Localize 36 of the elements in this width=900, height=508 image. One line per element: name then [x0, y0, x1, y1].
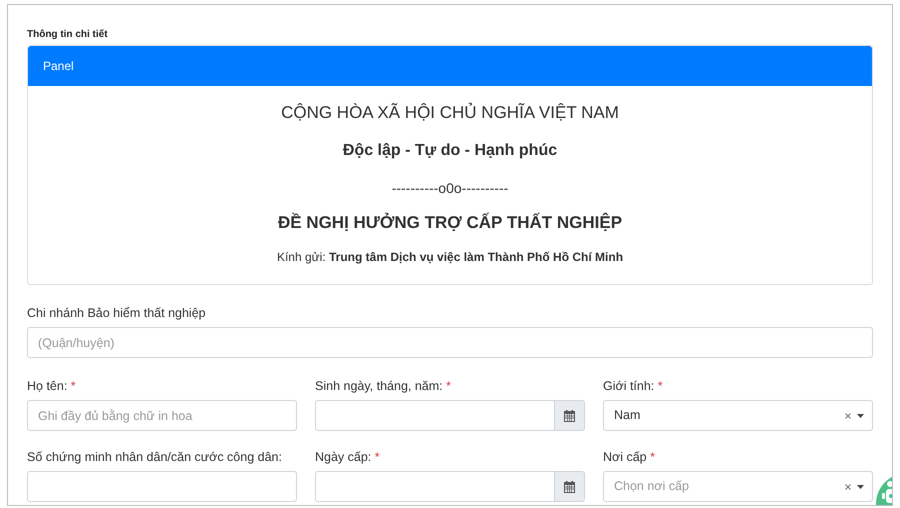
field-label: Sinh ngày, tháng, năm: *: [315, 379, 451, 394]
date-field[interactable]: [315, 400, 554, 432]
section-title: Thông tin chi tiết: [27, 28, 108, 42]
field-label: Giới tính: *: [603, 379, 663, 394]
country-heading: CỘNG HÒA XÃ HỘI CHỦ NGHĨA VIỆT NAM: [281, 103, 619, 124]
selected-value: Nam: [614, 407, 642, 424]
required-mark: *: [658, 379, 663, 394]
field-label: Số chứng minh nhân dân/căn cước công dân:: [27, 450, 282, 466]
required-mark: *: [446, 379, 451, 394]
field-label: Họ tên: *: [27, 379, 76, 394]
select-field[interactable]: Nam: [603, 400, 873, 432]
calendar-icon: [564, 480, 575, 493]
motto-text: Độc lập - Tự do - Hạnh phúc: [342, 141, 558, 161]
clear-icon[interactable]: [845, 412, 851, 419]
date-field[interactable]: [315, 471, 554, 502]
divider-text: ----------o0o----------: [392, 180, 508, 196]
select-placeholder: Chọn nơi cấp: [614, 478, 690, 496]
caret-icon[interactable]: [857, 484, 864, 489]
required-mark: *: [650, 450, 655, 464]
required-mark: *: [374, 450, 380, 464]
required-mark: *: [70, 379, 76, 394]
clear-icon[interactable]: [845, 484, 851, 490]
addressee-text: Kính gửi: Trung tâm Dịch vụ việc làm Thành Phố Hồ Chí Minh: [276, 250, 624, 264]
field-label: Nơi cấp *: [603, 450, 655, 466]
branch-field[interactable]: (Quận/huyện): [27, 327, 873, 358]
text-field[interactable]: Ghi đầy đủ bằng chữ in hoa: [27, 400, 297, 432]
text-field[interactable]: [27, 471, 297, 502]
form-title: ĐỀ NGHỊ HƯỞNG TRỢ CẤP THẤT NGHIỆP: [278, 213, 622, 234]
panel-header: Panel: [28, 46, 872, 86]
calendar-icon: [564, 410, 575, 422]
caret-icon[interactable]: [857, 414, 864, 418]
field-label: Ngày cấp: *: [315, 450, 380, 466]
calendar-button[interactable]: [554, 471, 585, 502]
calendar-button[interactable]: [554, 400, 585, 432]
robot-icon: [882, 481, 892, 503]
field-label: Chi nhánh Bảo hiểm thất nghiệp: [27, 306, 206, 322]
